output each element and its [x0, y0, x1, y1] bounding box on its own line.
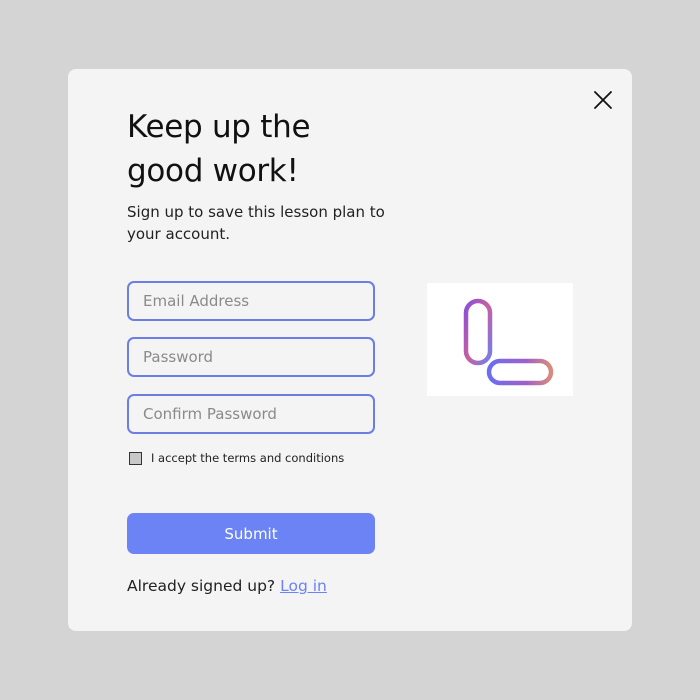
close-icon[interactable] — [592, 89, 614, 111]
terms-label: I accept the terms and conditions — [151, 451, 345, 465]
terms-row: I accept the terms and conditions — [129, 451, 344, 465]
terms-checkbox[interactable] — [129, 451, 142, 465]
email-field[interactable] — [127, 281, 375, 321]
login-prompt-text: Already signed up? — [127, 577, 276, 595]
modal-title: Keep up the good work! — [127, 109, 311, 189]
password-field[interactable] — [127, 337, 375, 377]
l-letter-logo-icon — [463, 298, 554, 386]
logo-image — [427, 283, 573, 396]
login-link[interactable]: Log in — [280, 577, 327, 595]
modal-subtitle: Sign up to save this lesson plan to your… — [127, 203, 385, 243]
submit-button[interactable]: Submit — [127, 513, 375, 554]
confirm-password-field[interactable] — [127, 394, 375, 434]
login-prompt: Already signed up? Log in — [127, 577, 327, 595]
signup-modal: Keep up the good work! Sign up to save t… — [68, 69, 632, 631]
